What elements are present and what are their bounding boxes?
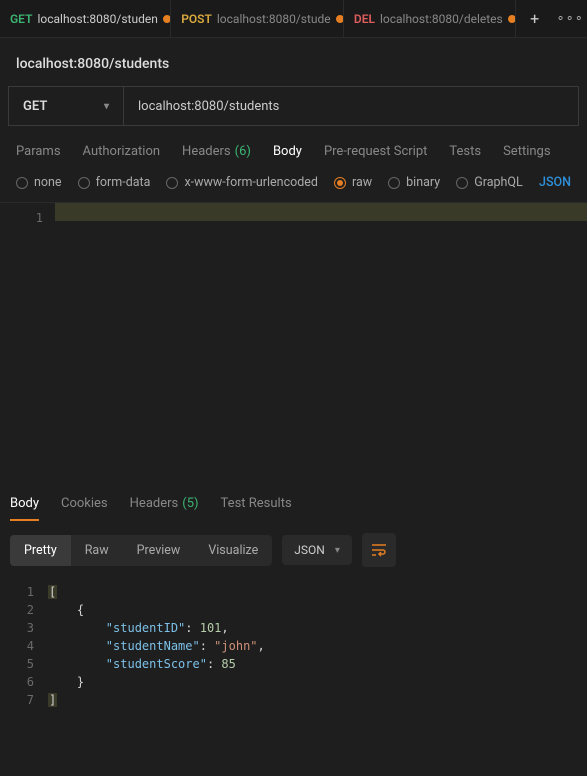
editor-gutter: 1: [0, 203, 55, 482]
tab-prerequest[interactable]: Pre-request Script: [324, 144, 427, 159]
tab-label: localhost:8080/studen: [37, 12, 157, 26]
method-select[interactable]: GET ▾: [9, 87, 124, 125]
tab-post-students[interactable]: POST localhost:8080/stude: [171, 0, 344, 37]
body-type-urlencoded[interactable]: x-www-form-urlencoded: [166, 175, 318, 190]
code-line: ]: [48, 691, 265, 709]
format-value: JSON: [294, 543, 325, 557]
code-line: }: [48, 673, 265, 691]
response-gutter: 1 2 3 4 5 6 7: [0, 583, 48, 709]
code-line: "studentName": "john",: [48, 637, 265, 655]
radio-label: none: [34, 175, 62, 190]
tab-settings[interactable]: Settings: [503, 144, 550, 159]
resp-tab-body[interactable]: Body: [10, 496, 39, 521]
body-format-link[interactable]: JSON: [539, 175, 571, 190]
radio-label: x-www-form-urlencoded: [184, 175, 318, 190]
line-number: 6: [0, 673, 34, 691]
url-input[interactable]: localhost:8080/students: [124, 87, 578, 125]
view-visualize-button[interactable]: Visualize: [194, 535, 272, 566]
radio-label: GraphQL: [474, 175, 523, 190]
unsaved-dot-icon: [508, 15, 516, 23]
body-type-formdata[interactable]: form-data: [78, 175, 151, 190]
tab-headers[interactable]: Headers (6): [182, 144, 251, 159]
resp-tab-cookies[interactable]: Cookies: [61, 496, 108, 521]
radio-label: binary: [406, 175, 440, 190]
view-pretty-button[interactable]: Pretty: [10, 535, 71, 566]
request-title: localhost:8080/students: [0, 38, 587, 86]
line-number: 3: [0, 619, 34, 637]
wrap-icon: [371, 543, 387, 557]
radio-icon: [334, 177, 346, 189]
response-toolbar: Pretty Raw Preview Visualize JSON ▾: [0, 521, 587, 579]
tab-get-students[interactable]: GET localhost:8080/studen: [0, 0, 171, 37]
body-type-row: none form-data x-www-form-urlencoded raw…: [0, 169, 587, 202]
code-line: {: [48, 601, 265, 619]
view-preview-button[interactable]: Preview: [123, 535, 195, 566]
unsaved-dot-icon: [336, 15, 344, 23]
body-type-graphql[interactable]: GraphQL: [456, 175, 523, 190]
url-bar: GET ▾ localhost:8080/students: [8, 86, 579, 126]
line-number: 1: [0, 209, 43, 227]
response-format-select[interactable]: JSON ▾: [282, 535, 352, 565]
headers-count: (6): [235, 144, 251, 159]
view-raw-button[interactable]: Raw: [71, 535, 123, 566]
tab-label: localhost:8080/stude: [217, 12, 331, 26]
body-type-binary[interactable]: binary: [388, 175, 440, 190]
tab-authorization[interactable]: Authorization: [83, 144, 161, 159]
unsaved-dot-icon: [163, 15, 171, 23]
line-number: 4: [0, 637, 34, 655]
resp-headers-count: (5): [182, 496, 198, 513]
code-line: "studentScore": 85: [48, 655, 265, 673]
code-line: [: [48, 583, 265, 601]
line-number: 5: [0, 655, 34, 673]
line-number: 1: [0, 583, 34, 601]
tab-label: localhost:8080/deletes: [380, 12, 503, 26]
request-body-editor[interactable]: 1: [0, 202, 587, 482]
method-badge: DEL: [354, 12, 375, 26]
editor-line: [55, 203, 587, 221]
response-body-viewer[interactable]: 1 2 3 4 5 6 7 [ { "studentID": 101, "stu…: [0, 579, 587, 709]
plus-icon: +: [530, 9, 539, 28]
editor-code-area[interactable]: [55, 203, 587, 482]
request-tabs: Params Authorization Headers (6) Body Pr…: [0, 136, 587, 169]
new-tab-button[interactable]: +: [516, 9, 553, 28]
method-badge: POST: [181, 12, 212, 26]
line-number: 7: [0, 691, 34, 709]
radio-icon: [78, 177, 90, 189]
resp-tab-testresults[interactable]: Test Results: [221, 496, 292, 521]
line-number: 2: [0, 601, 34, 619]
workspace-tabs: GET localhost:8080/studen POST localhost…: [0, 0, 587, 38]
tab-tests[interactable]: Tests: [449, 144, 481, 159]
chevron-down-icon: ▾: [335, 545, 340, 556]
tab-delete-students[interactable]: DEL localhost:8080/deletes: [344, 0, 516, 37]
tab-overflow-button[interactable]: ∘∘∘: [553, 11, 587, 26]
code-line: "studentID": 101,: [48, 619, 265, 637]
tab-params[interactable]: Params: [16, 144, 61, 159]
response-code-lines: [ { "studentID": 101, "studentName": "jo…: [48, 583, 265, 709]
radio-icon: [166, 177, 178, 189]
url-value: localhost:8080/students: [138, 99, 279, 114]
tab-body[interactable]: Body: [273, 144, 302, 159]
resp-tab-headers[interactable]: Headers (5): [130, 496, 199, 521]
view-mode-buttons: Pretty Raw Preview Visualize: [10, 535, 272, 566]
method-value: GET: [23, 99, 47, 114]
radio-label: form-data: [96, 175, 151, 190]
wrap-lines-button[interactable]: [362, 533, 396, 567]
body-type-none[interactable]: none: [16, 175, 62, 190]
body-type-raw[interactable]: raw: [334, 175, 372, 190]
response-tabs: Body Cookies Headers (5) Test Results: [0, 482, 587, 521]
radio-label: raw: [352, 175, 372, 190]
radio-icon: [16, 177, 28, 189]
more-icon: ∘∘∘: [556, 11, 583, 26]
chevron-down-icon: ▾: [104, 101, 109, 112]
method-badge: GET: [10, 12, 32, 26]
radio-icon: [388, 177, 400, 189]
radio-icon: [456, 177, 468, 189]
tab-headers-label: Headers: [182, 144, 231, 159]
resp-headers-label: Headers: [130, 496, 179, 513]
